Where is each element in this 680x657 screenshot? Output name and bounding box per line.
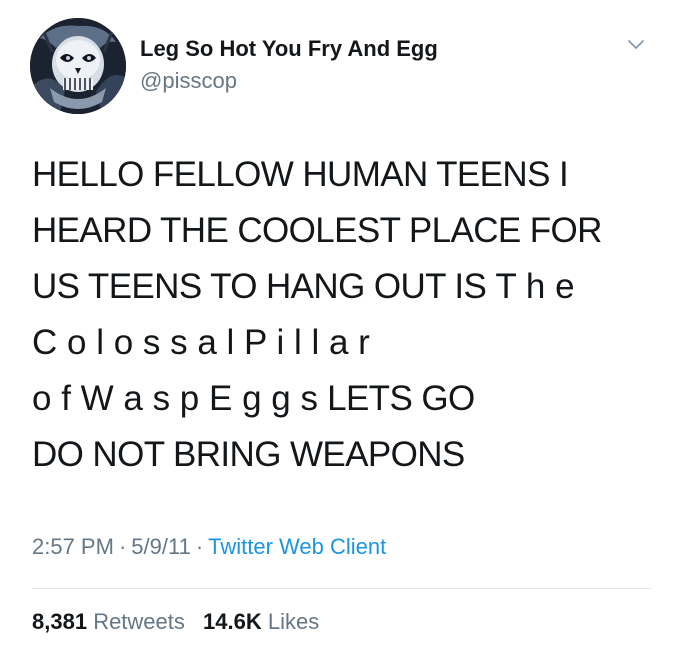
tweet-text-spaced: T h e	[495, 267, 575, 306]
retweets-count: 8,381	[32, 609, 88, 634]
tweet-text-spaced: o f W a s p E g g s	[32, 379, 318, 418]
likes-count: 14.6K	[203, 609, 262, 634]
skull-avatar-icon	[30, 18, 126, 114]
tweet-text-line: o f W a s p E g g s LETS GO	[32, 371, 662, 427]
meta-separator: ·	[118, 534, 127, 559]
display-name[interactable]: Leg So Hot You Fry And Egg	[140, 36, 438, 62]
likes-stat[interactable]: 14.6K Likes	[203, 609, 319, 634]
tweet-time[interactable]: 2:57 PM	[32, 534, 114, 559]
retweets-stat[interactable]: 8,381 Retweets	[32, 609, 185, 634]
tweet-text-line: US TEENS TO HANG OUT IS T h e	[32, 259, 662, 315]
user-handle[interactable]: @pisscop	[140, 68, 237, 94]
likes-label: Likes	[267, 609, 320, 634]
profile-avatar[interactable]	[30, 18, 126, 114]
retweets-label: Retweets	[93, 609, 185, 634]
tweet-text-line: DO NOT BRING WEAPONS	[32, 435, 465, 474]
tweet-text-segment: US TEENS TO HANG OUT IS	[32, 267, 496, 306]
tweet-stats: 8,381 Retweets 14.6K Likes	[32, 609, 319, 635]
chevron-down-icon[interactable]	[624, 32, 648, 56]
tweet-text-line: HELLO FELLOW HUMAN TEENS I	[32, 155, 569, 194]
tweet-text-line: HEARD THE COOLEST PLACE FOR	[32, 211, 602, 250]
tweet-text: HELLO FELLOW HUMAN TEENS I HEARD THE COO…	[32, 147, 662, 483]
tweet-text-line: C o l o s s a l P i l l a r	[32, 323, 370, 362]
tweet-text-segment: LETS GO	[317, 379, 475, 418]
tweet-client-link[interactable]: Twitter Web Client	[208, 534, 386, 559]
divider	[32, 588, 652, 589]
tweet-meta: 2:57 PM · 5/9/11 · Twitter Web Client	[32, 534, 386, 560]
tweet-card: Leg So Hot You Fry And Egg @pisscop HELL…	[0, 0, 680, 657]
meta-separator: ·	[195, 534, 204, 559]
tweet-date[interactable]: 5/9/11	[131, 534, 191, 559]
